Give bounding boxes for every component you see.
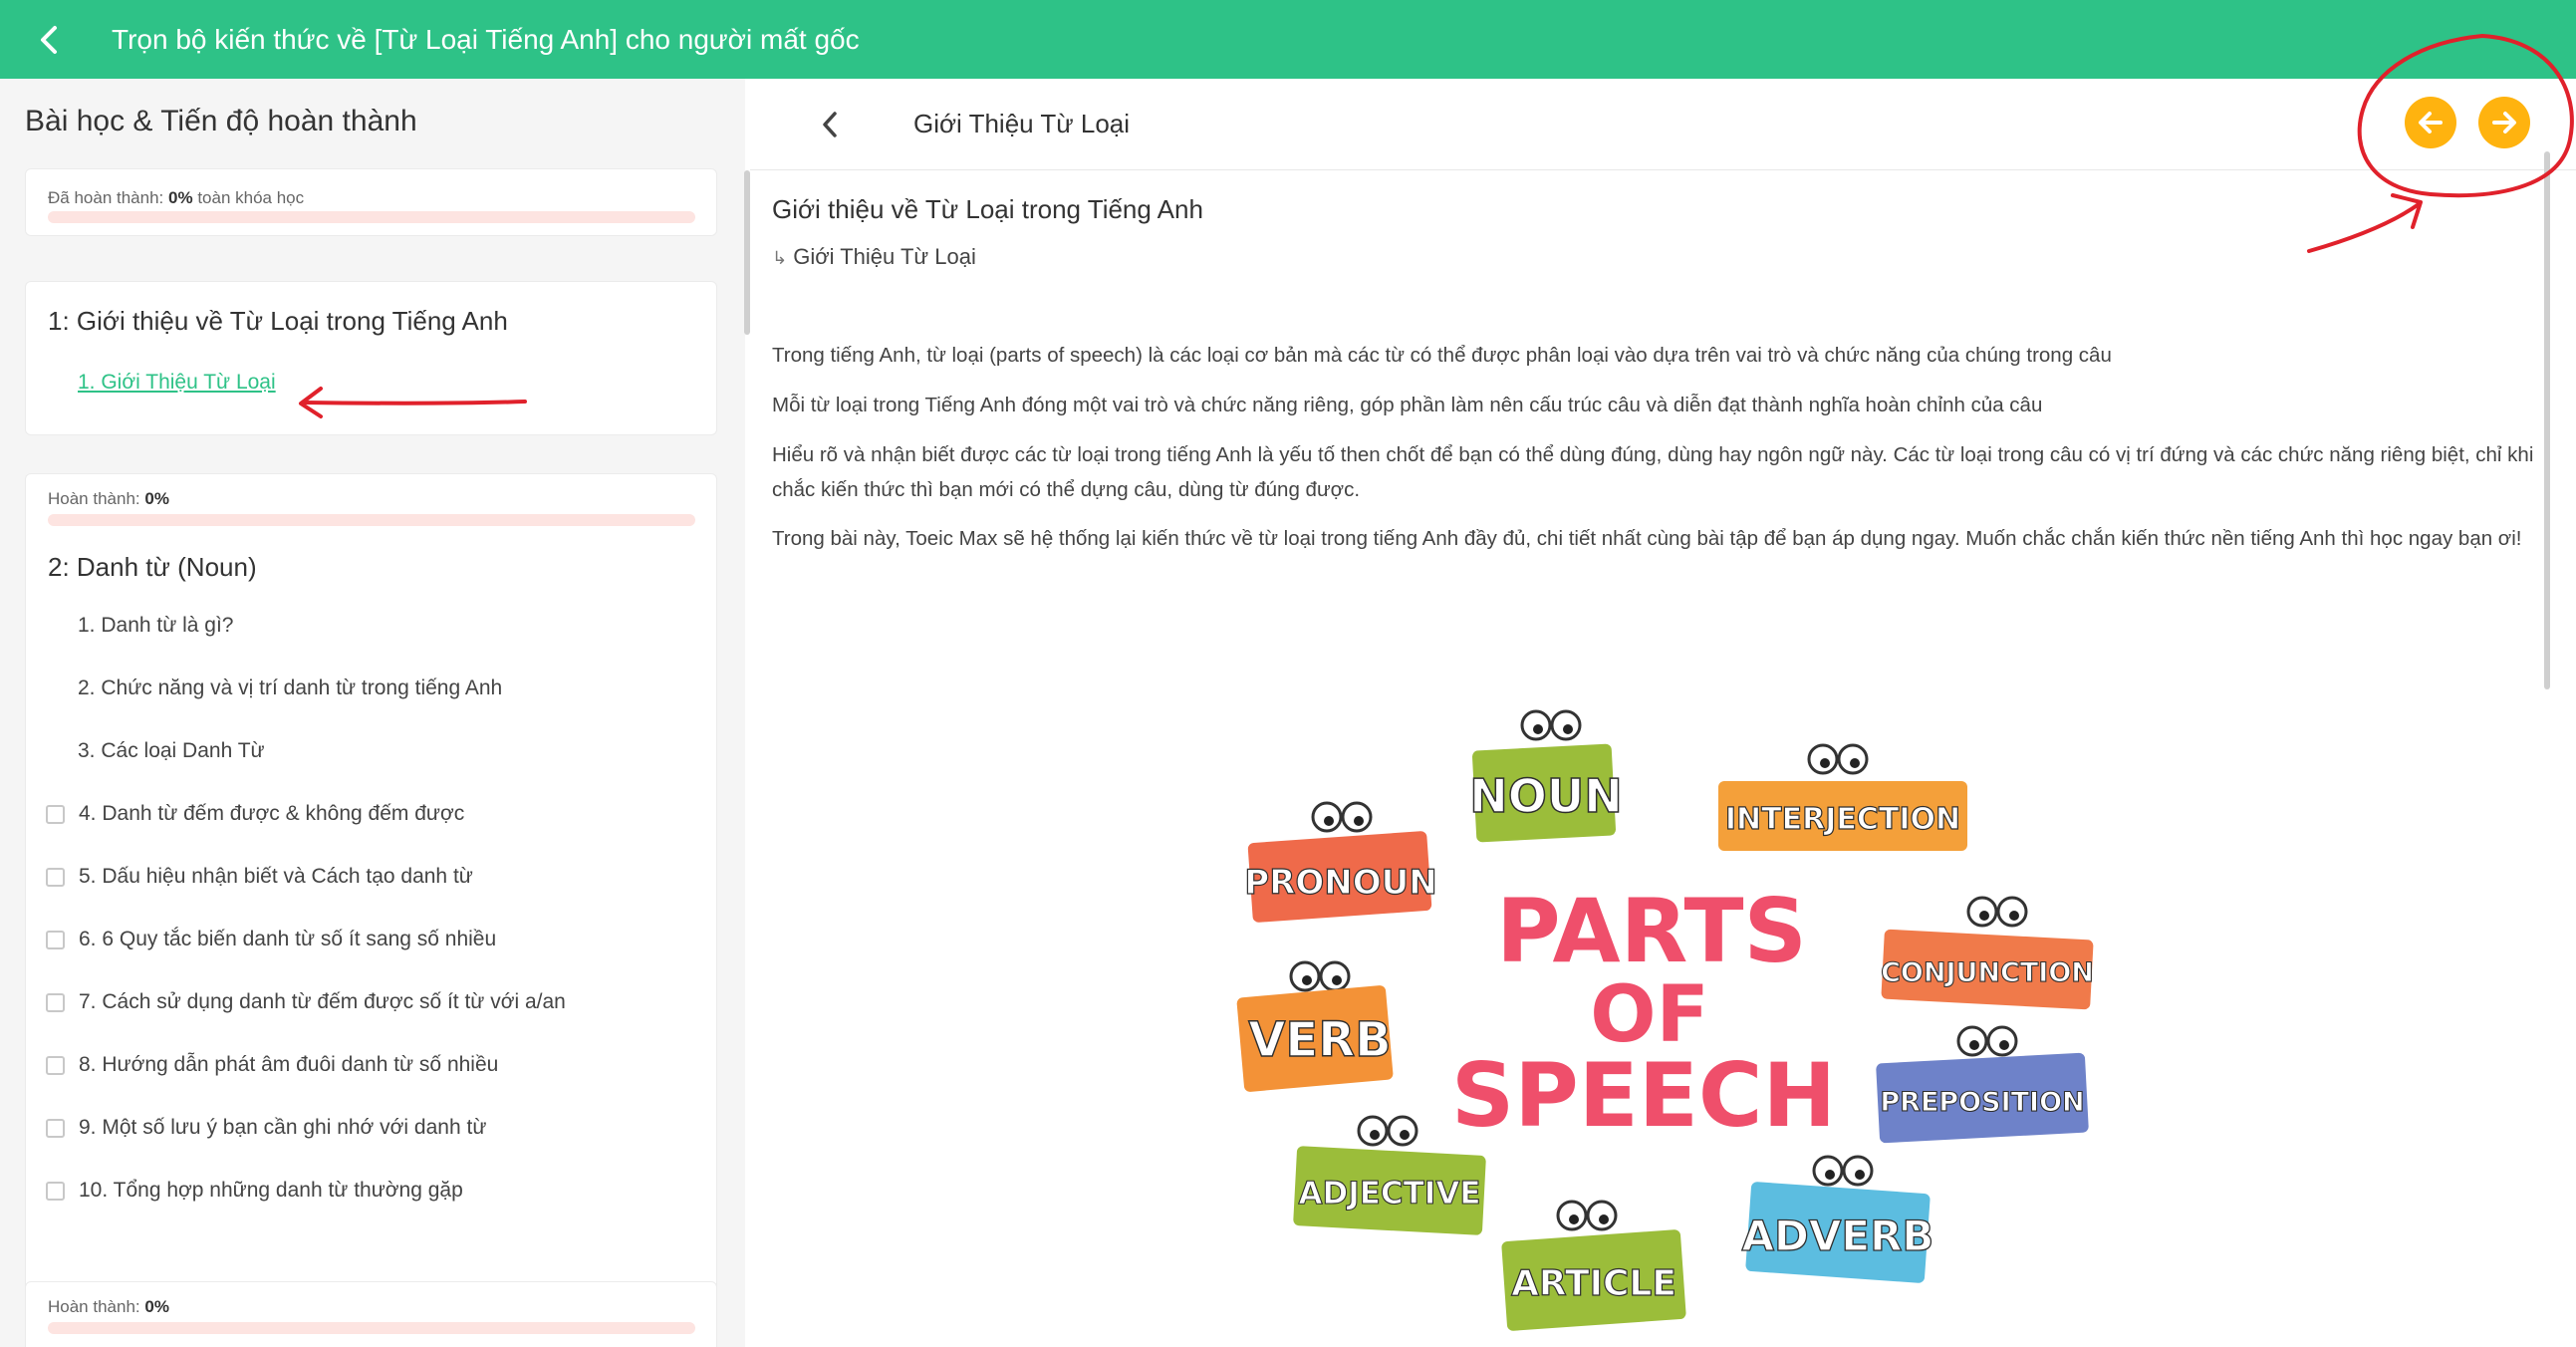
content-back-button[interactable] — [810, 105, 850, 144]
lesson-checkbox[interactable] — [46, 1181, 65, 1201]
prev-lesson-button[interactable] — [2405, 97, 2456, 148]
lesson-item[interactable]: 6. 6 Quy tắc biến danh từ số ít sang số … — [46, 928, 496, 951]
arrow-left-icon — [2419, 112, 2443, 134]
overall-progress-text: Đã hoàn thành: 0% toàn khóa học — [48, 188, 304, 208]
content-header: Giới Thiệu Từ Loại — [750, 79, 2576, 170]
overall-progress-suffix: toàn khóa học — [197, 188, 305, 207]
lesson-item[interactable]: 3. Các loại Danh Từ — [78, 739, 265, 763]
lesson-item[interactable]: 5. Dấu hiệu nhận biết và Cách tạo danh t… — [46, 865, 473, 889]
overall-progress-value: 0% — [168, 188, 193, 207]
noun-card: NOUN — [1469, 709, 1623, 843]
section-title-2[interactable]: 2: Danh từ (Noun) — [48, 552, 257, 583]
article-card: ARTICLE — [1501, 1200, 1686, 1331]
lesson-item-active[interactable]: 1. Giới Thiệu Từ Loại — [78, 371, 276, 395]
section-progress-bar — [48, 1322, 695, 1334]
section-progress-value: 0% — [144, 489, 169, 508]
lesson-label: 6. 6 Quy tắc biến danh từ số ít sang số … — [79, 928, 497, 950]
parts-of-speech-illustration: PARTS OF SPEECH NOUN INTERJECTION PRONOU… — [1236, 709, 2094, 1331]
noun-label: NOUN — [1469, 769, 1622, 823]
content-paragraph: Trong tiếng Anh, từ loại (parts of speec… — [772, 344, 2112, 367]
interjection-card: INTERJECTION — [1718, 743, 1967, 851]
lesson-checkbox[interactable] — [46, 1055, 65, 1075]
arrow-right-icon — [2492, 112, 2516, 134]
lesson-item[interactable]: 4. Danh từ đếm được & không đếm được — [46, 802, 464, 826]
overall-progress-card: Đã hoàn thành: 0% toàn khóa học — [25, 168, 717, 236]
lesson-sidebar: Bài học & Tiến độ hoàn thành Đã hoàn thà… — [0, 79, 745, 1347]
preposition-card: PREPOSITION — [1876, 1025, 2089, 1144]
lesson-label: 4. Danh từ đếm được & không đếm được — [79, 802, 465, 825]
lesson-label: 9. Một số lưu ý bạn cần ghi nhớ với danh… — [79, 1116, 487, 1139]
adjective-label: ADJECTIVE — [1298, 1176, 1480, 1212]
lesson-label: 5. Dấu hiệu nhận biết và Cách tạo danh t… — [79, 865, 473, 888]
adverb-label: ADVERB — [1742, 1212, 1934, 1260]
verb-card: VERB — [1236, 960, 1394, 1092]
lesson-item[interactable]: 9. Một số lưu ý bạn cần ghi nhớ với danh… — [46, 1116, 486, 1140]
content-subtitle-text: Giới Thiệu Từ Loại — [793, 244, 976, 269]
pronoun-card: PRONOUN — [1244, 801, 1437, 923]
content-paragraph: Hiểu rõ và nhận biết được các từ loại tr… — [772, 443, 2534, 501]
section-card-3: Hoàn thành: 0% — [25, 1281, 717, 1347]
section-progress-text: Hoàn thành: 0% — [48, 1297, 169, 1317]
section-progress-label: Hoàn thành: — [48, 1297, 140, 1316]
section-title-1[interactable]: 1: Giới thiệu về Từ Loại trong Tiếng Anh — [48, 306, 508, 337]
section-card-2: Hoàn thành: 0% 2: Danh từ (Noun) 1. Danh… — [25, 473, 717, 1322]
interjection-label: INTERJECTION — [1725, 802, 1960, 837]
verb-label: VERB — [1248, 1012, 1391, 1068]
lesson-item[interactable]: 1. Danh từ là gì? — [78, 614, 234, 638]
lesson-item[interactable]: 10. Tổng hợp những danh từ thường gặp — [46, 1179, 463, 1203]
pronoun-label: PRONOUN — [1244, 863, 1436, 903]
sidebar-heading: Bài học & Tiến độ hoàn thành — [25, 105, 417, 137]
lesson-label: 7. Cách sử dụng danh từ đếm được số ít t… — [79, 990, 566, 1013]
section-card-1: 1: Giới thiệu về Từ Loại trong Tiếng Anh… — [25, 281, 717, 435]
preposition-label: PREPOSITION — [1880, 1087, 2084, 1118]
top-bar: Trọn bộ kiến thức về [Từ Loại Tiếng Anh]… — [0, 0, 2576, 79]
content-paragraph: Mỗi từ loại trong Tiếng Anh đóng một vai… — [772, 394, 2043, 416]
lesson-checkbox[interactable] — [46, 992, 65, 1012]
content-title: Giới thiệu về Từ Loại trong Tiếng Anh — [772, 194, 1203, 224]
illustration-center-line-3: SPEECH — [1451, 1044, 1836, 1147]
next-lesson-button[interactable] — [2478, 97, 2530, 148]
lesson-checkbox[interactable] — [46, 930, 65, 949]
lesson-label: 8. Hướng dẫn phát âm đuôi danh từ số nhi… — [79, 1053, 499, 1076]
section-progress-bar — [48, 514, 695, 526]
overall-progress-label: Đã hoàn thành: — [48, 188, 164, 207]
course-title: Trọn bộ kiến thức về [Từ Loại Tiếng Anh]… — [112, 23, 860, 55]
lesson-item[interactable]: 7. Cách sử dụng danh từ đếm được số ít t… — [46, 990, 566, 1014]
conjunction-label: CONJUNCTION — [1881, 957, 2094, 988]
section-progress-value: 0% — [144, 1297, 169, 1316]
lesson-item[interactable]: 8. Hướng dẫn phát âm đuôi danh từ số nhi… — [46, 1053, 498, 1077]
content-header-title: Giới Thiệu Từ Loại — [913, 109, 1131, 138]
subdirectory-arrow-icon: ↳ — [772, 248, 788, 268]
section-progress-text: Hoàn thành: 0% — [48, 489, 169, 509]
conjunction-card: CONJUNCTION — [1881, 896, 2094, 1010]
article-label: ARTICLE — [1511, 1263, 1676, 1304]
illustration-center-line-1: PARTS — [1496, 880, 1807, 982]
chevron-left-icon — [41, 25, 57, 54]
content-paragraph: Trong bài này, Toeic Max sẽ hệ thống lại… — [772, 527, 2522, 550]
back-button[interactable] — [0, 0, 100, 79]
content-subtitle: ↳ Giới Thiệu Từ Loại — [772, 244, 976, 270]
chevron-left-icon — [823, 112, 837, 137]
content-scrollbar[interactable] — [2544, 151, 2550, 689]
section-progress-label: Hoàn thành: — [48, 489, 140, 508]
adverb-card: ADVERB — [1741, 1155, 1934, 1283]
lesson-label: 10. Tổng hợp những danh từ thường gặp — [79, 1179, 463, 1202]
lesson-item[interactable]: 2. Chức năng và vị trí danh từ trong tiế… — [78, 676, 502, 700]
overall-progress-bar — [48, 211, 695, 223]
lesson-checkbox[interactable] — [46, 867, 65, 887]
lesson-checkbox[interactable] — [46, 1118, 65, 1138]
lesson-checkbox[interactable] — [46, 804, 65, 824]
